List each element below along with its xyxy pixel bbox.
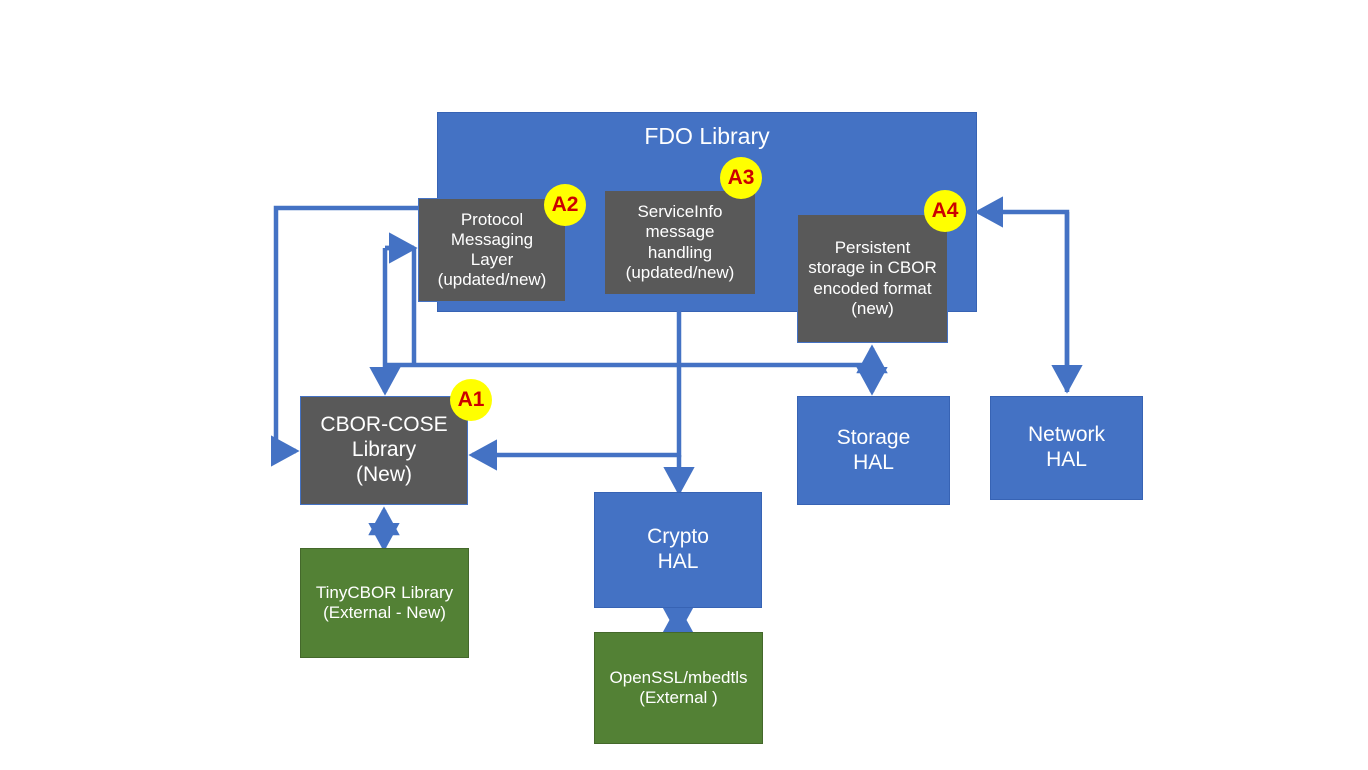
node-storage-hal[interactable]: Storage HAL xyxy=(797,396,950,505)
arrow-serviceinfo-to-cborcose xyxy=(468,295,682,471)
serviceinfo-message-handling-label: ServiceInfo message handling (updated/ne… xyxy=(625,202,735,282)
badge-a2[interactable]: A2 xyxy=(544,184,586,226)
network-hal-label: Network HAL xyxy=(1027,423,1106,471)
badge-a1-label: A1 xyxy=(457,388,485,411)
badge-a2-label: A2 xyxy=(551,193,579,216)
arrow-network-hal-to-fdo xyxy=(974,196,1070,392)
node-protocol-messaging-layer[interactable]: Protocol Messaging Layer (updated/new) xyxy=(418,198,566,302)
node-tinycbor-library[interactable]: TinyCBOR Library (External - New) xyxy=(300,548,469,658)
badge-a4[interactable]: A4 xyxy=(924,190,966,232)
node-crypto-hal[interactable]: Crypto HAL xyxy=(594,492,762,608)
fdo-library-title: FDO Library xyxy=(644,123,770,149)
badge-a1[interactable]: A1 xyxy=(450,379,492,421)
openssl-mbedtls-label: OpenSSL/mbedtls (External ) xyxy=(609,667,748,707)
persistent-storage-label: Persistent storage in CBOR encoded forma… xyxy=(808,238,937,318)
node-persistent-storage[interactable]: Persistent storage in CBOR encoded forma… xyxy=(797,214,948,343)
badge-a4-label: A4 xyxy=(931,199,959,222)
node-serviceinfo-message-handling[interactable]: ServiceInfo message handling (updated/ne… xyxy=(604,190,756,295)
protocol-messaging-layer-label: Protocol Messaging Layer (updated/new) xyxy=(437,209,547,290)
cbor-cose-library-label: CBOR-COSE Library (New) xyxy=(320,413,448,486)
tinycbor-library-label: TinyCBOR Library (External - New) xyxy=(315,582,454,622)
badge-a3-label: A3 xyxy=(727,166,755,189)
node-openssl-mbedtls[interactable]: OpenSSL/mbedtls (External ) xyxy=(594,632,763,744)
storage-hal-label: Storage HAL xyxy=(836,425,911,474)
node-cbor-cose-library[interactable]: CBOR-COSE Library (New) xyxy=(300,396,468,505)
badge-a3[interactable]: A3 xyxy=(720,157,762,199)
node-network-hal[interactable]: Network HAL xyxy=(990,396,1143,500)
diagram-canvas: FDO Library Protocol Messaging Layer (up… xyxy=(0,0,1368,770)
crypto-hal-label: Crypto HAL xyxy=(647,525,709,573)
